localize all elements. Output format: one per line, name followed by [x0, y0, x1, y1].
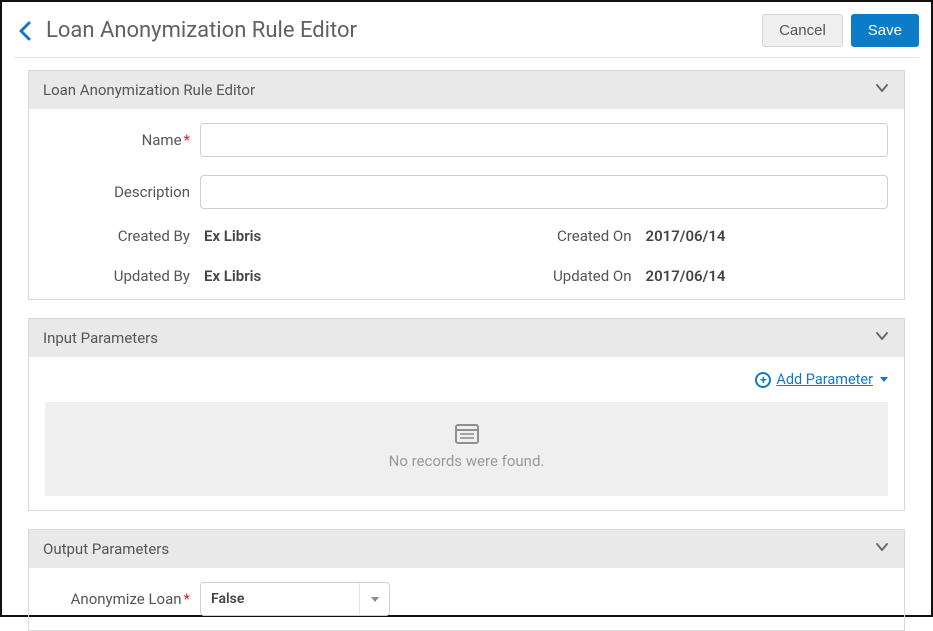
updated-on-value: 2017/06/14	[642, 267, 726, 285]
input-parameters-header[interactable]: Input Parameters	[29, 319, 904, 357]
input-parameters-panel: Input Parameters + Add Parameter No reco…	[28, 318, 905, 511]
caret-down-icon	[359, 583, 389, 615]
editor-panel-title: Loan Anonymization Rule Editor	[43, 81, 255, 99]
output-parameters-title: Output Parameters	[43, 540, 169, 558]
add-parameter-label: Add Parameter	[776, 371, 873, 388]
required-icon: *	[184, 131, 190, 149]
anonymize-loan-label: Anonymize Loan*	[45, 590, 200, 608]
editor-panel: Loan Anonymization Rule Editor Name* Des…	[28, 70, 905, 300]
list-icon	[455, 424, 479, 444]
caret-down-icon	[880, 377, 888, 382]
empty-message: No records were found.	[45, 452, 888, 470]
chevron-down-icon	[874, 539, 890, 559]
required-icon: *	[184, 590, 190, 608]
page-header: Loan Anonymization Rule Editor Cancel Sa…	[14, 10, 919, 58]
add-parameter-button[interactable]: + Add Parameter	[755, 371, 888, 388]
save-button[interactable]: Save	[851, 14, 919, 47]
created-by-value: Ex Libris	[200, 227, 261, 245]
created-on-label: Created On	[467, 227, 642, 245]
chevron-down-icon	[874, 80, 890, 100]
description-label: Description	[45, 183, 200, 201]
description-input[interactable]	[200, 175, 888, 209]
updated-by-label: Updated By	[45, 267, 200, 285]
page-title: Loan Anonymization Rule Editor	[46, 18, 762, 43]
updated-on-label: Updated On	[467, 267, 642, 285]
name-label: Name*	[45, 131, 200, 149]
back-icon[interactable]	[14, 19, 38, 43]
editor-panel-header[interactable]: Loan Anonymization Rule Editor	[29, 71, 904, 109]
chevron-down-icon	[874, 328, 890, 348]
output-parameters-header[interactable]: Output Parameters	[29, 530, 904, 568]
name-input[interactable]	[200, 123, 888, 157]
plus-circle-icon: +	[755, 372, 771, 388]
created-by-label: Created By	[45, 227, 200, 245]
anonymize-loan-select[interactable]: False	[200, 582, 390, 616]
input-parameters-title: Input Parameters	[43, 329, 158, 347]
empty-state: No records were found.	[45, 402, 888, 496]
output-parameters-panel: Output Parameters Anonymize Loan* False	[28, 529, 905, 631]
cancel-button[interactable]: Cancel	[762, 14, 843, 47]
anonymize-loan-value: False	[201, 583, 359, 615]
created-on-value: 2017/06/14	[642, 227, 726, 245]
updated-by-value: Ex Libris	[200, 267, 261, 285]
